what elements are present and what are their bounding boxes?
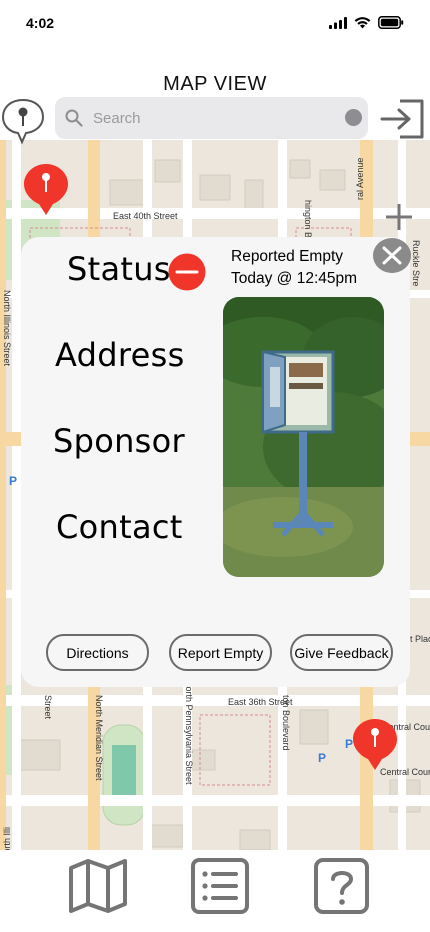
report-time: Today @ 12:45pm	[231, 270, 358, 287]
library-pin-south[interactable]	[351, 717, 399, 771]
login-icon[interactable]	[378, 96, 428, 142]
street-label-east-40th: East 40th Street	[113, 211, 178, 221]
give-feedback-button[interactable]: Give Feedback	[290, 634, 393, 671]
battery-icon	[378, 16, 404, 29]
sponsor-label[interactable]: Sponsor	[53, 422, 185, 460]
zoom-in-icon[interactable]	[384, 202, 414, 232]
map-icon[interactable]	[68, 858, 128, 914]
close-icon[interactable]	[372, 237, 412, 274]
report-status: Reported Empty	[231, 248, 343, 265]
report-empty-button[interactable]: Report Empty	[169, 634, 272, 671]
street-label-central-ave: ral Avenue	[355, 158, 365, 200]
map-view-screen: 4:02 MAP VIEW Search P P P East 40th Str…	[0, 0, 430, 932]
contact-label[interactable]: Contact	[56, 508, 183, 546]
svg-text:P: P	[318, 751, 326, 765]
street-label-illinois-south: North Illi	[2, 827, 12, 850]
locate-icon[interactable]	[0, 96, 46, 146]
street-label-place: t Plac	[410, 634, 430, 644]
status-label: Status	[67, 250, 171, 288]
search-clear-icon[interactable]	[345, 109, 362, 126]
status-time: 4:02	[26, 15, 55, 31]
street-label-pennsylvania: North Pennsylvania Street	[184, 680, 194, 785]
page-title: MAP VIEW	[163, 73, 267, 95]
search-input[interactable]	[93, 109, 333, 127]
library-photo	[223, 297, 384, 577]
list-icon[interactable]	[190, 858, 250, 914]
wifi-icon	[354, 17, 371, 29]
search-bar[interactable]	[55, 97, 368, 139]
street-label-illinois: North Illinois Street	[2, 290, 12, 367]
status-icons	[329, 16, 404, 29]
street-label-meridian: North Meridian Street	[94, 695, 104, 781]
status-bar: 4:02	[0, 0, 430, 50]
signal-icon	[329, 16, 347, 29]
svg-text:P: P	[9, 474, 17, 488]
library-pin-north[interactable]	[22, 162, 70, 216]
street-label-ruckle: Ruckle Stre	[411, 240, 421, 287]
street-label-street: Street	[43, 695, 53, 720]
street-label-washington-south: ton Boulevard	[281, 695, 291, 751]
status-empty-icon	[168, 253, 206, 291]
address-label[interactable]: Address	[55, 336, 185, 374]
help-icon[interactable]	[313, 858, 373, 914]
directions-button[interactable]: Directions	[46, 634, 149, 671]
search-icon	[65, 109, 83, 127]
